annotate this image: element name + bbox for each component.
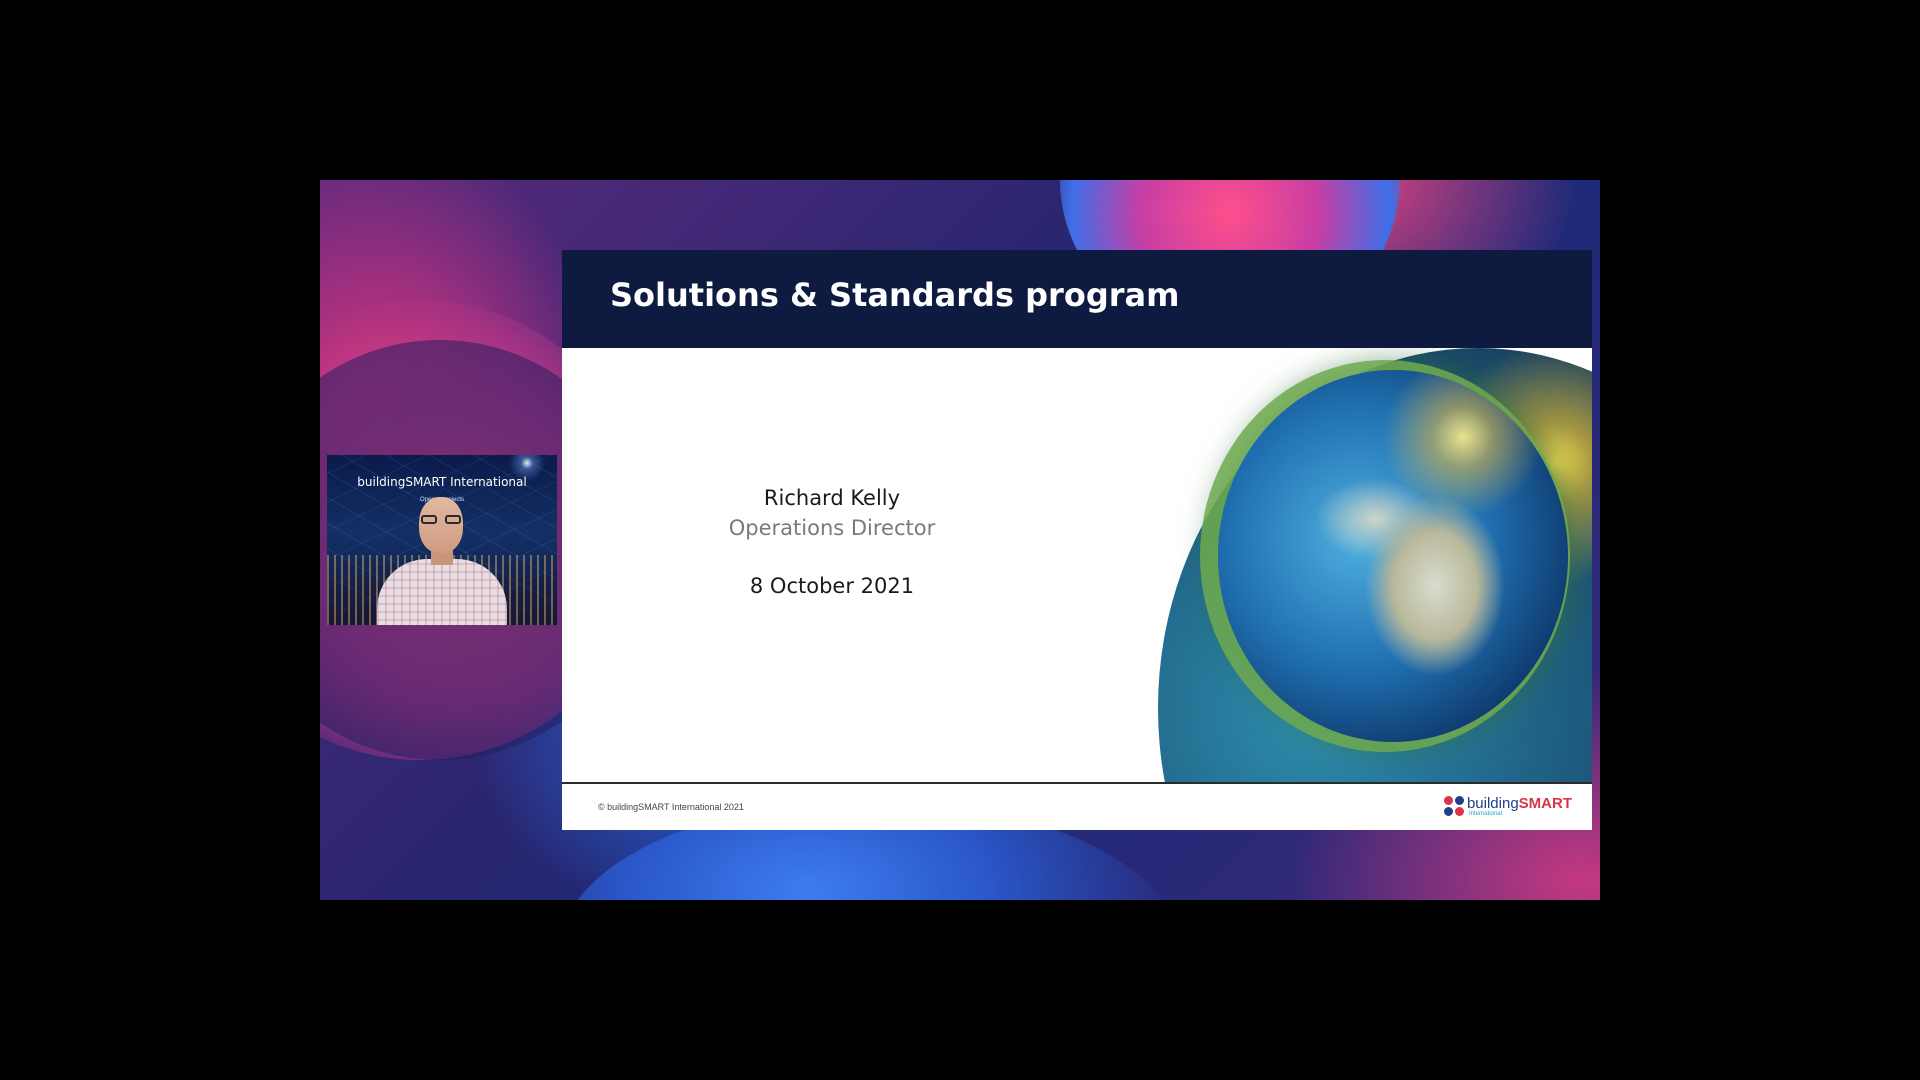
logo-name: buildingSMART [1467, 796, 1572, 811]
logo-name-part1: building [1466, 795, 1519, 812]
buildingsmart-logo-icon [1443, 796, 1464, 816]
presentation-date: 8 October 2021 [749, 574, 915, 598]
presenter-name: Richard Kelly [763, 486, 901, 510]
speaker-shirt [377, 559, 507, 625]
footer-copyright: © buildingSMART International 2021 [598, 802, 744, 812]
footer-divider [562, 782, 1592, 784]
logo-name-part2: SMART [1518, 795, 1572, 812]
presenter-info: Richard Kelly Operations Director 8 Octo… [682, 486, 982, 598]
slide-header: Solutions & Standards program [562, 250, 1592, 348]
earth-globe-icon [1218, 370, 1568, 742]
slide: Solutions & Standards program Richard Ke… [562, 250, 1592, 830]
logo-wordmark: buildingSMART International [1467, 796, 1572, 817]
speaker-figure [377, 493, 507, 625]
speaker-head [419, 497, 463, 553]
logo-tagline: International [1468, 811, 1502, 817]
presenter-role: Operations Director [728, 516, 936, 540]
speaker-video[interactable]: buildingSMART International Open ... pro… [327, 455, 557, 625]
presentation-stage: buildingSMART International Open ... pro… [320, 180, 1600, 900]
slide-title: Solutions & Standards program [610, 276, 1180, 314]
buildingsmart-logo: buildingSMART International [1443, 796, 1572, 817]
glasses-icon [421, 515, 461, 525]
globe-image [1158, 348, 1592, 782]
virtual-background-title: buildingSMART International [357, 475, 527, 489]
